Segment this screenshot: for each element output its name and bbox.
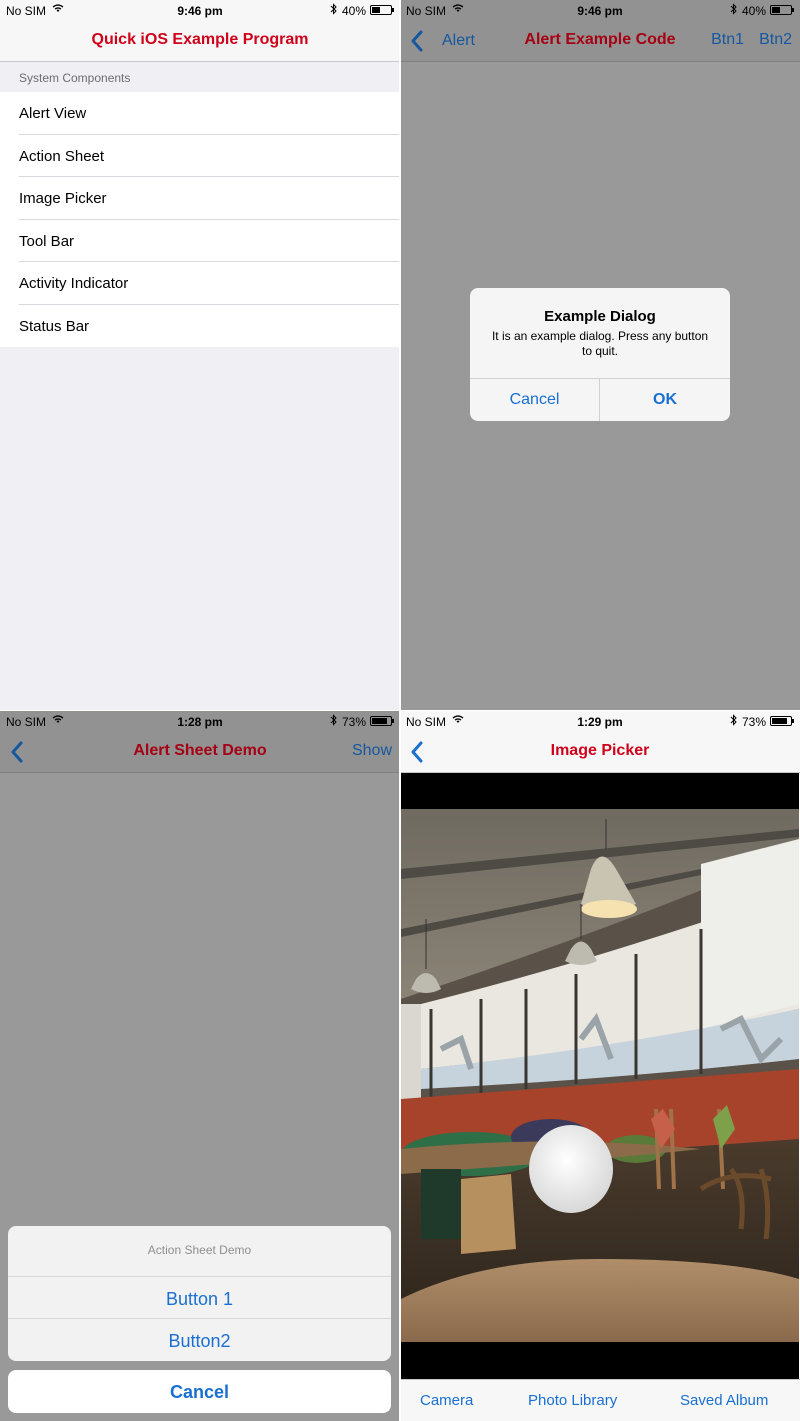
ok-button[interactable]: OK <box>600 379 730 421</box>
battery-icon <box>770 716 794 726</box>
panel-divider <box>0 710 800 711</box>
camera-button[interactable]: Camera <box>420 1392 473 1409</box>
dialog-title: Example Dialog <box>544 308 656 325</box>
button-2[interactable]: Button2 <box>8 1319 391 1361</box>
show-button[interactable]: Show <box>352 742 392 760</box>
saved-album-button[interactable]: Saved Album <box>680 1392 768 1409</box>
action-sheet-title: Action Sheet Demo <box>8 1226 391 1277</box>
clock: 9:46 pm <box>177 4 223 18</box>
page-title: Image Picker <box>550 742 650 759</box>
battery-percent: 40% <box>741 4 766 18</box>
button-1[interactable]: Button 1 <box>8 1277 391 1319</box>
bluetooth-icon <box>330 714 337 726</box>
cancel-button[interactable]: Cancel <box>470 379 600 421</box>
list-item-status-bar[interactable]: Status Bar <box>0 305 400 348</box>
bluetooth-icon <box>730 714 737 726</box>
list-item-image-picker[interactable]: Image Picker <box>0 177 400 220</box>
clock: 9:46 pm <box>577 4 623 18</box>
section-header: System Components <box>0 62 400 92</box>
action-sheet: Action Sheet Demo Button 1 Button2 <box>8 1226 391 1361</box>
menu-screen: No SIM 9:46 pm 40% Quick iOS Example Pro… <box>0 0 400 710</box>
battery-percent: 73% <box>341 715 366 729</box>
cancel-button[interactable]: Cancel <box>8 1370 391 1413</box>
battery-percent: 40% <box>341 4 366 18</box>
clock: 1:28 pm <box>177 715 223 729</box>
navigation-bar: Alert Alert Example Code Btn1 Btn2 <box>400 20 800 62</box>
status-bar: No SIM 9:46 pm 40% <box>0 0 400 20</box>
image-picker-screen: No SIM 1:29 pm 73% Image Picker Camera P… <box>400 711 800 1421</box>
component-list: Alert View Action Sheet Image Picker Too… <box>0 92 400 347</box>
action-sheet-screen: No SIM 1:28 pm 73% Alert Sheet Demo Show… <box>0 711 400 1421</box>
bluetooth-icon <box>330 3 337 15</box>
battery-percent: 73% <box>741 715 766 729</box>
navigation-bar: Image Picker <box>400 731 800 773</box>
list-item-activity-indicator[interactable]: Activity Indicator <box>0 262 400 305</box>
page-title: Alert Sheet Demo <box>133 742 267 759</box>
alert-screen: No SIM 9:46 pm 40% Alert Alert Example C… <box>400 0 800 710</box>
list-item-action-sheet[interactable]: Action Sheet <box>0 135 400 178</box>
toolbar: Camera Photo Library Saved Album <box>400 1379 800 1421</box>
bluetooth-icon <box>730 3 737 15</box>
navigation-bar: Quick iOS Example Program <box>0 20 400 62</box>
battery-icon <box>770 5 794 15</box>
status-bar: No SIM 1:28 pm 73% <box>0 711 400 731</box>
list-item-alert-view[interactable]: Alert View <box>0 92 400 135</box>
selected-photo <box>401 809 799 1342</box>
status-bar: No SIM 9:46 pm 40% <box>400 0 800 20</box>
page-title: Quick iOS Example Program <box>91 31 309 48</box>
battery-icon <box>370 716 394 726</box>
photo-library-button[interactable]: Photo Library <box>528 1392 617 1409</box>
btn1-button[interactable]: Btn1 <box>711 31 744 49</box>
navigation-bar: Alert Sheet Demo Show <box>0 731 400 773</box>
alert-dialog: Example Dialog It is an example dialog. … <box>470 288 730 421</box>
clock: 1:29 pm <box>577 715 623 729</box>
status-bar: No SIM 1:29 pm 73% <box>400 711 800 731</box>
dialog-message: It is an example dialog. Press any butto… <box>491 329 709 358</box>
list-item-tool-bar[interactable]: Tool Bar <box>0 220 400 263</box>
image-view <box>401 773 799 1379</box>
battery-icon <box>370 5 394 15</box>
btn2-button[interactable]: Btn2 <box>759 31 792 49</box>
